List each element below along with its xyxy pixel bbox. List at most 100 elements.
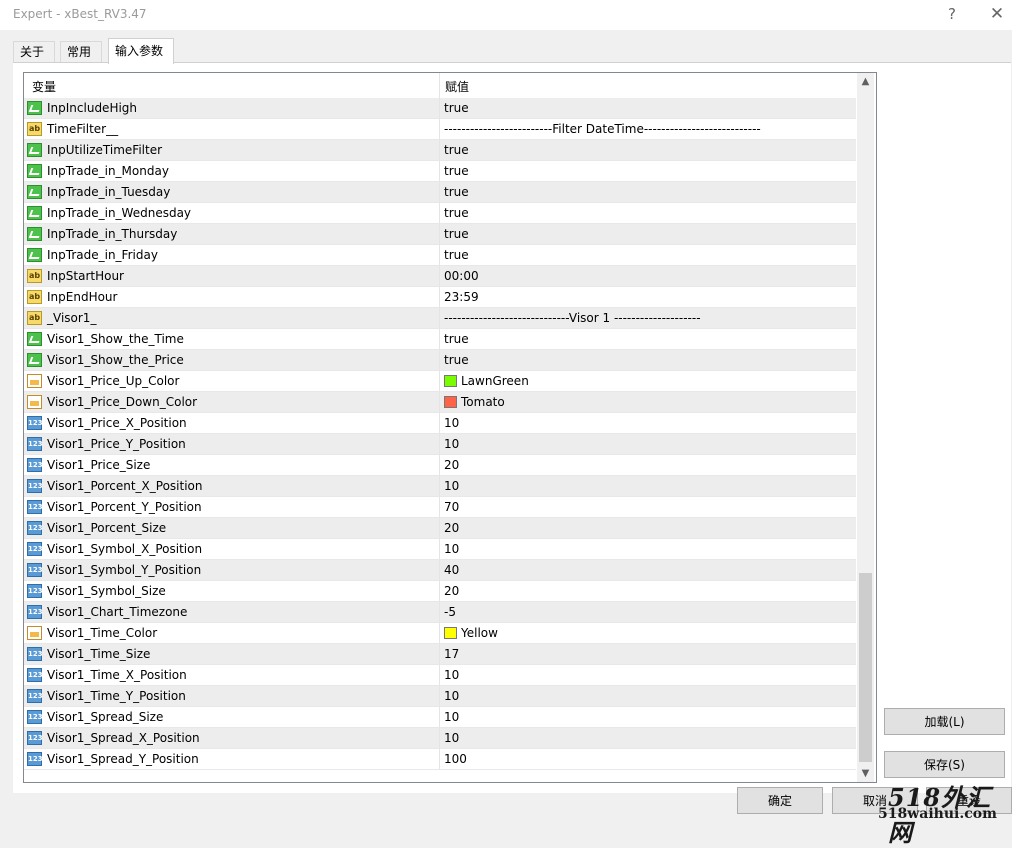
checkbox-icon — [27, 248, 42, 262]
table-row[interactable]: 123 Visor1_Symbol_X_Position 10 — [24, 539, 856, 560]
parameter-name: Visor1_Price_X_Position — [47, 416, 187, 430]
parameter-value[interactable]: 100 — [444, 752, 467, 766]
table-row[interactable]: Visor1_Price_Down_Color Tomato — [24, 392, 856, 413]
parameter-value[interactable]: true — [444, 206, 469, 220]
parameter-value[interactable]: 40 — [444, 563, 459, 577]
parameter-value[interactable]: true — [444, 185, 469, 199]
save-button[interactable]: 保存(S) — [884, 751, 1005, 778]
parameter-value[interactable]: 10 — [444, 668, 459, 682]
table-row[interactable]: 123 Visor1_Spread_Size 10 — [24, 707, 856, 728]
help-icon[interactable]: ? — [940, 4, 964, 24]
parameter-value[interactable]: 10 — [444, 689, 459, 703]
table-row[interactable]: 123 Visor1_Time_Y_Position 10 — [24, 686, 856, 707]
table-row[interactable]: 123 Visor1_Chart_Timezone -5 — [24, 602, 856, 623]
parameter-name: InpTrade_in_Thursday — [47, 227, 178, 241]
parameters-grid: 变量 赋值 InpIncludeHigh true ab TimeFilter__ --… — [23, 72, 877, 783]
table-row[interactable]: InpTrade_in_Tuesday true — [24, 182, 856, 203]
table-row[interactable]: ab TimeFilter__ -------------------------F… — [24, 119, 856, 140]
parameter-name: TimeFilter__ — [47, 122, 119, 136]
table-row[interactable]: 123 Visor1_Price_Size 20 — [24, 455, 856, 476]
parameter-name: Visor1_Time_X_Position — [47, 668, 187, 682]
cell-divider — [439, 518, 440, 539]
table-row[interactable]: 123 Visor1_Price_Y_Position 10 — [24, 434, 856, 455]
table-row[interactable]: 123 Visor1_Symbol_Size 20 — [24, 581, 856, 602]
table-row[interactable]: ab _Visor1_ -----------------------------V… — [24, 308, 856, 329]
parameter-value[interactable]: 17 — [444, 647, 459, 661]
load-button[interactable]: 加载(L) — [884, 708, 1005, 735]
parameter-value[interactable]: 70 — [444, 500, 459, 514]
cell-divider — [439, 371, 440, 392]
table-row[interactable]: 123 Visor1_Spread_X_Position 10 — [24, 728, 856, 749]
vertical-scrollbar[interactable]: ▲ ▼ — [857, 73, 874, 782]
checkbox-icon — [27, 227, 42, 241]
window-title: Expert - xBest_RV3.47 — [13, 7, 147, 21]
cell-divider — [439, 224, 440, 245]
scrollbar-thumb[interactable] — [859, 573, 872, 762]
table-row[interactable]: 123 Visor1_Porcent_Size 20 — [24, 518, 856, 539]
parameter-name: Visor1_Price_Down_Color — [47, 395, 198, 409]
table-row[interactable]: 123 Visor1_Time_Size 17 — [24, 644, 856, 665]
parameter-value[interactable]: 20 — [444, 584, 459, 598]
checkbox-icon — [27, 185, 42, 199]
parameter-value[interactable]: -------------------------Filter DateTime… — [444, 122, 761, 136]
parameter-value[interactable]: 23:59 — [444, 290, 479, 304]
tab-about[interactable]: 关于 — [13, 41, 55, 63]
table-row[interactable]: InpTrade_in_Thursday true — [24, 224, 856, 245]
parameter-value[interactable]: true — [444, 227, 469, 241]
parameter-value[interactable]: -5 — [444, 605, 456, 619]
table-row[interactable]: 123 Visor1_Porcent_Y_Position 70 — [24, 497, 856, 518]
table-row[interactable]: 123 Visor1_Symbol_Y_Position 40 — [24, 560, 856, 581]
table-row[interactable]: 123 Visor1_Spread_Y_Position 100 — [24, 749, 856, 770]
table-row[interactable]: Visor1_Show_the_Time true — [24, 329, 856, 350]
parameter-value[interactable]: true — [444, 353, 469, 367]
table-row[interactable]: 123 Visor1_Porcent_X_Position 10 — [24, 476, 856, 497]
ok-button[interactable]: 确定 — [737, 787, 823, 814]
parameter-value[interactable]: 10 — [444, 437, 459, 451]
parameter-value[interactable]: true — [444, 332, 469, 346]
table-row[interactable]: InpTrade_in_Friday true — [24, 245, 856, 266]
123-number-icon: 123 — [27, 710, 43, 724]
color-swatch[interactable] — [444, 375, 457, 387]
table-row[interactable]: 123 Visor1_Time_X_Position 10 — [24, 665, 856, 686]
table-row[interactable]: ab InpEndHour 23:59 — [24, 287, 856, 308]
table-row[interactable]: InpTrade_in_Monday true — [24, 161, 856, 182]
color-swatch[interactable] — [444, 396, 457, 408]
parameter-value[interactable]: 10 — [444, 416, 459, 430]
parameter-value[interactable]: 00:00 — [444, 269, 479, 283]
parameter-value[interactable]: 10 — [444, 731, 459, 745]
parameter-value[interactable]: LawnGreen — [461, 374, 529, 388]
close-icon[interactable]: ✕ — [985, 4, 1009, 24]
scroll-down-arrow-icon[interactable]: ▼ — [857, 765, 874, 782]
table-row[interactable]: InpIncludeHigh true — [24, 98, 856, 119]
column-divider[interactable] — [439, 73, 440, 98]
parameter-value[interactable]: true — [444, 101, 469, 115]
table-row[interactable]: Visor1_Time_Color Yellow — [24, 623, 856, 644]
parameter-value[interactable]: Tomato — [461, 395, 505, 409]
column-header-value[interactable]: 赋值 — [445, 78, 469, 95]
tab-input-parameters[interactable]: 输入参数 — [108, 38, 174, 64]
parameter-value[interactable]: true — [444, 164, 469, 178]
table-row[interactable]: Visor1_Show_the_Price true — [24, 350, 856, 371]
table-row[interactable]: Visor1_Price_Up_Color LawnGreen — [24, 371, 856, 392]
123-number-icon: 123 — [27, 458, 43, 472]
scroll-up-arrow-icon[interactable]: ▲ — [857, 73, 874, 90]
color-swatch[interactable] — [444, 627, 457, 639]
table-row[interactable]: 123 Visor1_Price_X_Position 10 — [24, 413, 856, 434]
parameter-value[interactable]: Yellow — [461, 626, 498, 640]
cell-divider — [439, 308, 440, 329]
column-header-variable[interactable]: 变量 — [32, 78, 56, 95]
tab-common[interactable]: 常用 — [60, 41, 102, 63]
parameter-value[interactable]: 10 — [444, 479, 459, 493]
table-row[interactable]: InpTrade_in_Wednesday true — [24, 203, 856, 224]
parameter-value[interactable]: true — [444, 143, 469, 157]
table-row[interactable]: InpUtilizeTimeFilter true — [24, 140, 856, 161]
parameter-value[interactable]: 10 — [444, 542, 459, 556]
parameter-value[interactable]: 20 — [444, 521, 459, 535]
parameter-value[interactable]: true — [444, 248, 469, 262]
parameter-value[interactable]: 20 — [444, 458, 459, 472]
table-row[interactable]: ab InpStartHour 00:00 — [24, 266, 856, 287]
123-number-icon: 123 — [27, 668, 43, 682]
parameter-value[interactable]: -----------------------------Visor 1 ---… — [444, 311, 701, 325]
parameter-value[interactable]: 10 — [444, 710, 459, 724]
color-palette-icon — [27, 626, 42, 640]
